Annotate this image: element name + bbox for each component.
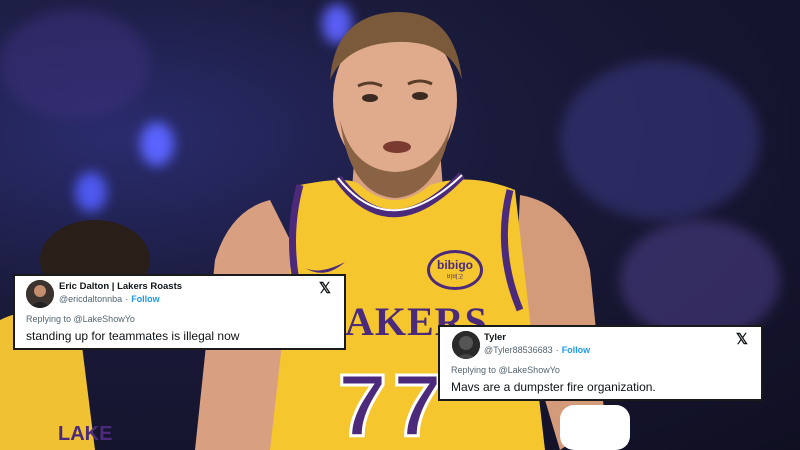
tweet-handle-row: @Tyler88536683 · Follow: [484, 345, 590, 355]
tweet-card[interactable]: Eric Dalton | Lakers Roasts @ericdaltonn…: [13, 274, 346, 350]
avatar[interactable]: [26, 280, 54, 308]
replying-to-label: Replying to @LakeShowYo: [451, 365, 560, 375]
svg-text:LAKE: LAKE: [58, 423, 112, 445]
jersey-number: 77: [337, 355, 448, 450]
separator-dot: ·: [125, 294, 129, 304]
follow-button[interactable]: Follow: [562, 345, 591, 355]
jersey-patch-subtext: 비비고: [446, 274, 464, 281]
replying-to-label: Replying to @LakeShowYo: [26, 314, 135, 324]
tweet-handle[interactable]: @ericdaltonnba: [59, 294, 122, 304]
background-photo: LAKE bibigo 비비고 AKERS 77 Eric Dalton | L…: [0, 0, 800, 450]
tweet-card[interactable]: Tyler @Tyler88536683 · Follow 𝕏 Replying t…: [438, 325, 763, 401]
tweet-handle[interactable]: @Tyler88536683: [484, 345, 553, 355]
separator-dot: ·: [555, 345, 559, 355]
tweet-author-name[interactable]: Tyler: [484, 332, 506, 343]
tweet-author-name[interactable]: Eric Dalton | Lakers Roasts: [59, 281, 182, 292]
x-logo-icon[interactable]: 𝕏: [736, 330, 748, 348]
follow-button[interactable]: Follow: [131, 294, 160, 304]
tweet-handle-row: @ericdaltonnba · Follow: [59, 294, 160, 304]
x-logo-icon[interactable]: 𝕏: [319, 279, 331, 297]
avatar[interactable]: [452, 331, 480, 359]
tweet-text: Mavs are a dumpster fire organization.: [451, 380, 656, 394]
jersey-patch-text: bibigo: [437, 258, 473, 272]
tweet-text: standing up for teammates is illegal now: [26, 329, 240, 343]
jersey-patch: bibigo 비비고: [427, 250, 483, 290]
